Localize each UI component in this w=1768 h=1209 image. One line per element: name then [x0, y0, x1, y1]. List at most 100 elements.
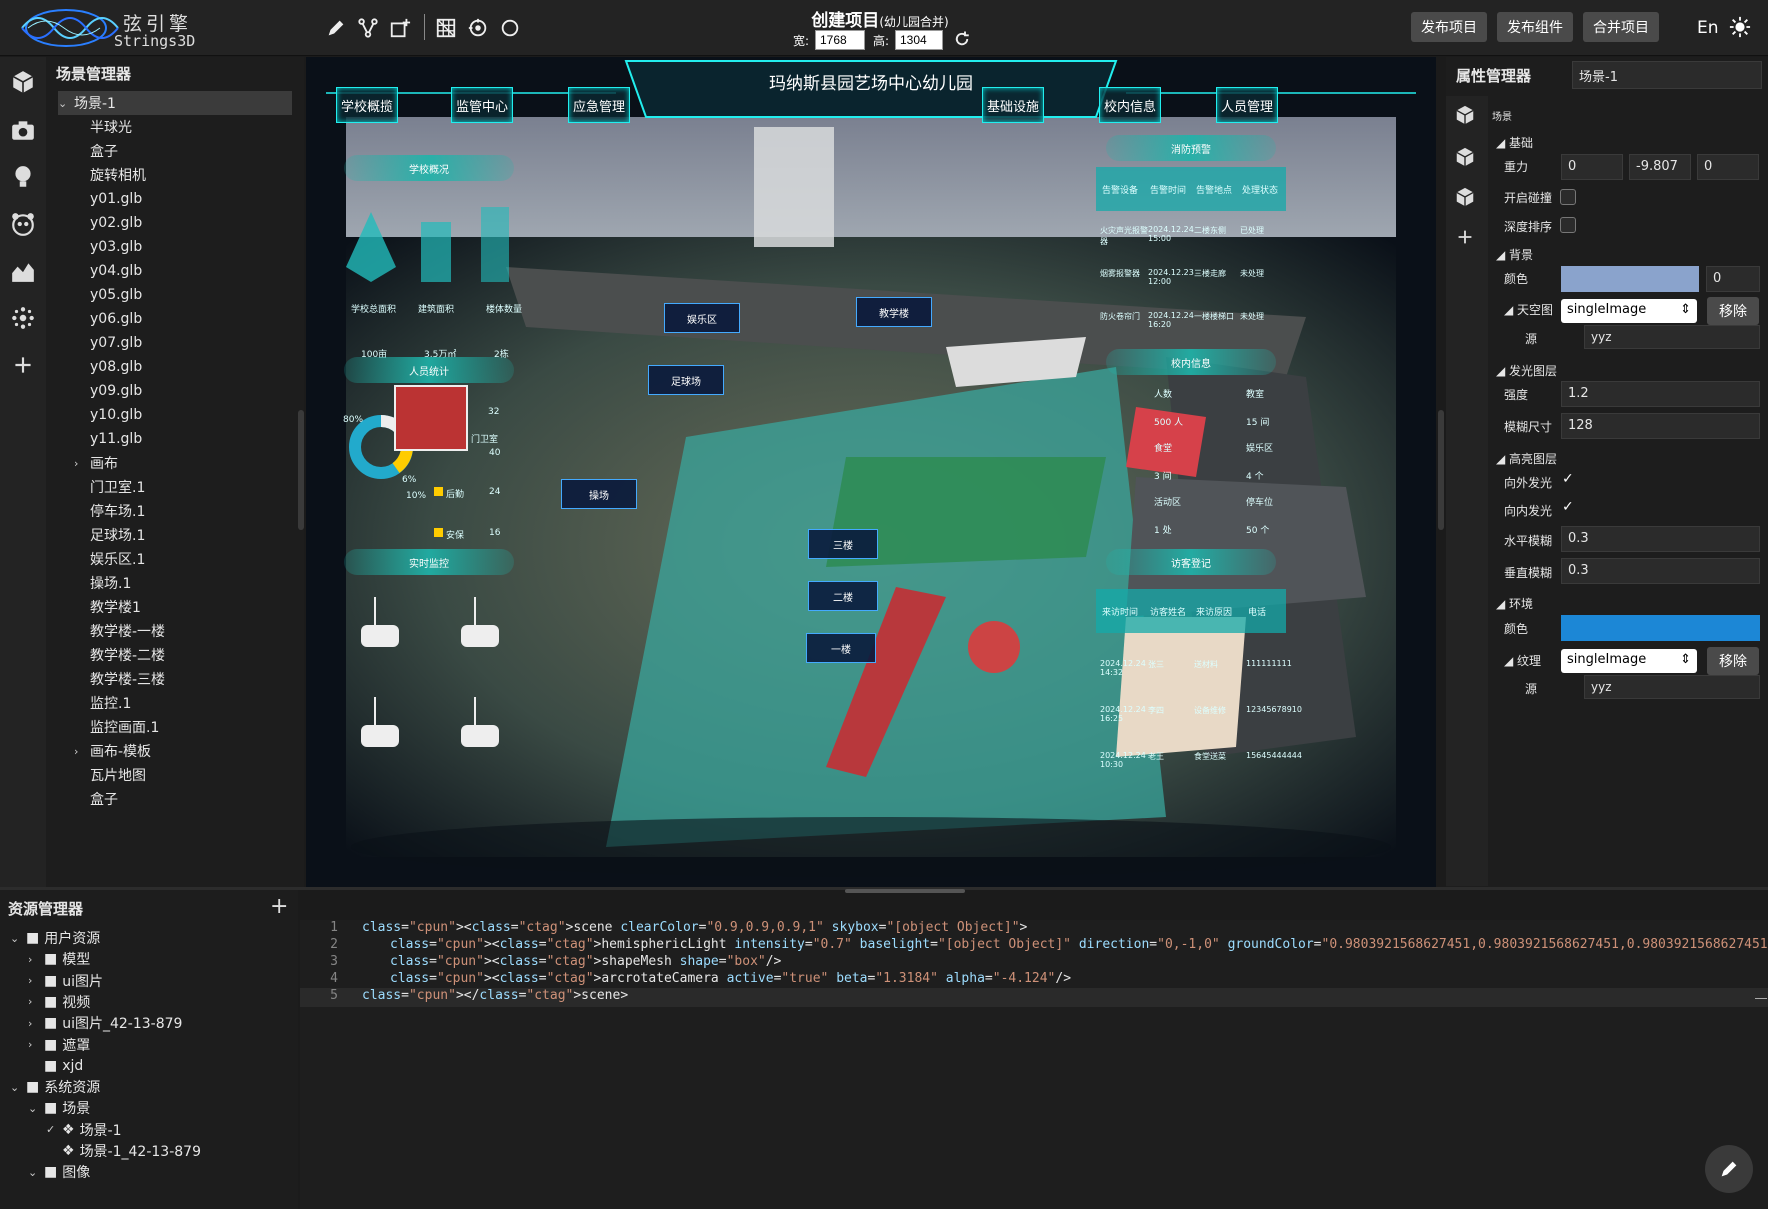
- node-graph-icon[interactable]: [354, 14, 382, 42]
- scene-tree-item[interactable]: 教学楼1: [74, 595, 141, 619]
- nav-school-overview[interactable]: 学校概揽: [336, 87, 398, 123]
- sun-icon[interactable]: [1726, 13, 1754, 41]
- 3d-viewport[interactable]: 玛纳斯县园艺场中心幼儿园 学校概揽 监管中心 应急管理 基础设施 校内信息 人员…: [306, 57, 1436, 887]
- zone-label-play-area[interactable]: 娱乐区: [664, 303, 740, 333]
- zone-label-third-floor[interactable]: 三楼: [808, 529, 878, 559]
- resource-tree-item[interactable]: ⌄ ■ 图像: [28, 1160, 90, 1184]
- scene-tree-item[interactable]: 教学楼-二楼: [74, 643, 165, 667]
- scene-tree-item[interactable]: 旋转相机: [74, 163, 146, 187]
- scene-tree-item[interactable]: 娱乐区.1: [74, 547, 145, 571]
- zone-label-football[interactable]: 足球场: [648, 365, 724, 395]
- light-bulb-icon[interactable]: [10, 164, 36, 190]
- scene-tree-item[interactable]: › 画布-模板: [74, 739, 151, 763]
- outer-glow-checkbox[interactable]: ✓: [1562, 471, 1574, 487]
- code-line[interactable]: 5 class="cpun"></class="ctag">scene>: [300, 988, 1768, 1007]
- skybox-select[interactable]: singleImage ⇕: [1561, 299, 1697, 323]
- add-resource-button[interactable]: +: [270, 894, 288, 919]
- collision-checkbox[interactable]: [1560, 189, 1576, 205]
- texture-source-input[interactable]: yyz: [1584, 675, 1760, 699]
- scene-name-field[interactable]: 场景-1: [1572, 61, 1762, 89]
- height-input[interactable]: [895, 30, 943, 50]
- add-icon[interactable]: [10, 352, 36, 378]
- props-highlight-header[interactable]: ◢ 高亮图层: [1496, 450, 1557, 467]
- area-chart-icon[interactable]: [10, 258, 36, 284]
- scene-tree-item[interactable]: y08.glb: [74, 355, 142, 379]
- blur-size-input[interactable]: 128: [1561, 413, 1760, 439]
- gravity-z-input[interactable]: 0: [1697, 154, 1759, 180]
- scene-tree-item[interactable]: 教学楼-三楼: [74, 667, 165, 691]
- scene-tree-item[interactable]: y02.glb: [74, 211, 142, 235]
- width-input[interactable]: [815, 30, 865, 50]
- material-cube-icon[interactable]: [1454, 186, 1476, 208]
- bg-alpha-input[interactable]: 0: [1706, 266, 1760, 292]
- camera-icon[interactable]: [10, 117, 36, 143]
- pencil-icon[interactable]: [322, 14, 350, 42]
- scene-tree-item[interactable]: 瓦片地图: [74, 763, 146, 787]
- rotate-settings-icon[interactable]: [464, 14, 492, 42]
- scene-tree-item[interactable]: y04.glb: [74, 259, 142, 283]
- scene-tree-item[interactable]: 停车场.1: [74, 499, 145, 523]
- publish-component-button[interactable]: 发布组件: [1497, 12, 1573, 42]
- circle-icon[interactable]: [496, 14, 524, 42]
- scene-tree-item[interactable]: y07.glb: [74, 331, 142, 355]
- texture-remove-button[interactable]: 移除: [1707, 647, 1759, 675]
- nav-personnel[interactable]: 人员管理: [1216, 87, 1278, 123]
- scene-panel-scrollbar[interactable]: [298, 410, 304, 530]
- chevron-right-icon[interactable]: ›: [74, 457, 86, 470]
- hblur-input[interactable]: 0.3: [1561, 526, 1760, 552]
- publish-project-button[interactable]: 发布项目: [1411, 12, 1487, 42]
- grid-icon[interactable]: [432, 14, 460, 42]
- scene-tree-item[interactable]: 教学楼-一楼: [74, 619, 165, 643]
- add-component-icon[interactable]: [1454, 226, 1476, 248]
- nav-monitor-center[interactable]: 监管中心: [451, 87, 513, 123]
- scene-tree-item[interactable]: 盒子: [74, 139, 118, 163]
- intensity-input[interactable]: 1.2: [1561, 381, 1760, 407]
- particles-icon[interactable]: [10, 305, 36, 331]
- gravity-y-input[interactable]: -9.807: [1629, 154, 1691, 180]
- scene-tree-item[interactable]: 操场.1: [74, 571, 131, 595]
- edit-fab-button[interactable]: [1705, 1145, 1753, 1193]
- bg-color-swatch[interactable]: [1561, 266, 1699, 292]
- scene-tree-item[interactable]: y09.glb: [74, 379, 142, 403]
- scene-tree-item[interactable]: 足球场.1: [74, 523, 145, 547]
- zone-label-first-floor[interactable]: 一楼: [806, 633, 876, 663]
- gravity-x-input[interactable]: 0: [1561, 154, 1623, 180]
- scene-tree-item[interactable]: y06.glb: [74, 307, 142, 331]
- scene-tree-item[interactable]: 门卫室.1: [74, 475, 145, 499]
- inner-glow-checkbox[interactable]: ✓: [1562, 499, 1574, 515]
- scene-tree-item[interactable]: 半球光: [74, 115, 132, 139]
- props-glow-header[interactable]: ◢ 发光图层: [1496, 362, 1557, 379]
- cube-icon[interactable]: [10, 69, 36, 95]
- scene-tree-item[interactable]: 监控画面.1: [74, 715, 159, 739]
- nav-infrastructure[interactable]: 基础设施: [982, 87, 1044, 123]
- scene-tree-item[interactable]: › 画布: [74, 451, 118, 475]
- language-toggle[interactable]: En: [1697, 18, 1719, 38]
- zone-label-second-floor[interactable]: 二楼: [808, 581, 878, 611]
- refresh-icon[interactable]: [951, 28, 973, 50]
- add-frame-icon[interactable]: [386, 14, 414, 42]
- texture-select[interactable]: singleImage ⇕: [1561, 649, 1697, 673]
- viewport-scrollbar[interactable]: [1438, 410, 1444, 530]
- zone-label-playground[interactable]: 操场: [561, 479, 637, 509]
- scene-tree-item[interactable]: y05.glb: [74, 283, 142, 307]
- chevron-right-icon[interactable]: ›: [74, 745, 86, 758]
- scene-tree-item[interactable]: y10.glb: [74, 403, 142, 427]
- nav-emergency[interactable]: 应急管理: [568, 87, 630, 123]
- scene-cube-icon[interactable]: [1454, 104, 1476, 126]
- scene-tree-item[interactable]: y03.glb: [74, 235, 142, 259]
- props-background-header[interactable]: ◢ 背景: [1496, 246, 1533, 263]
- skybox-source-input[interactable]: yyz: [1584, 325, 1760, 349]
- props-basic-header[interactable]: ◢ 基础: [1496, 134, 1533, 151]
- depth-sort-checkbox[interactable]: [1560, 217, 1576, 233]
- zone-label-teaching-building[interactable]: 教学楼: [856, 297, 932, 327]
- scene-tree-item[interactable]: y01.glb: [74, 187, 142, 211]
- env-color-swatch[interactable]: [1561, 615, 1760, 641]
- code-editor[interactable]: 1 class="cpun"><class="ctag">scene clearC…: [300, 920, 1768, 1209]
- mesh-cube-icon[interactable]: [1454, 146, 1476, 168]
- panda-icon[interactable]: [10, 211, 36, 237]
- props-env-header[interactable]: ◢ 环境: [1496, 595, 1533, 612]
- skybox-remove-button[interactable]: 移除: [1707, 297, 1759, 325]
- chevron-down-icon[interactable]: ⌄: [58, 97, 70, 110]
- scene-tree-item[interactable]: y11.glb: [74, 427, 142, 451]
- nav-campus-info[interactable]: 校内信息: [1099, 87, 1161, 123]
